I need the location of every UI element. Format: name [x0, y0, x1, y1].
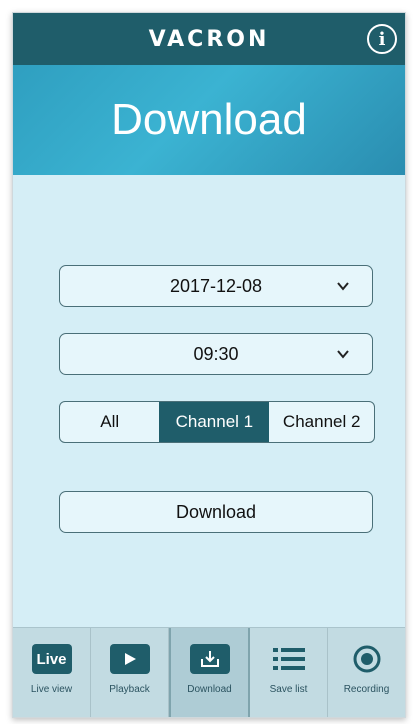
tab-label: Live view	[30, 684, 73, 695]
channel-option-all[interactable]: All	[60, 402, 159, 442]
page-title: Download	[111, 95, 307, 144]
brand-logo: VACRON	[148, 26, 270, 52]
date-value: 2017-12-08	[169, 275, 263, 296]
record-icon	[345, 642, 389, 676]
bottom-tab-bar: Live Live view Playback Download Save li…	[13, 627, 405, 717]
live-icon: Live	[30, 642, 74, 676]
download-icon	[188, 642, 232, 676]
app-screen: VACRON i Download 2017-12-08 09:30 All C…	[12, 12, 406, 718]
chevron-down-icon	[337, 350, 349, 359]
time-value: 09:30	[193, 343, 239, 364]
chevron-down-icon	[337, 282, 349, 291]
tab-label: Save list	[269, 684, 308, 695]
date-select[interactable]: 2017-12-08	[59, 265, 373, 307]
download-button[interactable]: Download	[59, 491, 373, 533]
tab-recording[interactable]: Recording	[328, 628, 405, 717]
tab-save-list[interactable]: Save list	[250, 628, 328, 717]
play-icon	[108, 642, 152, 676]
time-select[interactable]: 09:30	[59, 333, 373, 375]
hero-banner: Download	[13, 65, 405, 175]
channel-option-1[interactable]: Channel 1	[159, 402, 270, 442]
tab-label: Playback	[109, 684, 150, 695]
tab-label: Recording	[343, 684, 390, 695]
list-icon	[267, 642, 311, 676]
tab-download[interactable]: Download	[169, 628, 250, 717]
channel-selector: All Channel 1 Channel 2	[59, 401, 375, 443]
top-bar: VACRON i	[13, 13, 405, 65]
info-icon[interactable]: i	[367, 24, 397, 54]
tab-live-view[interactable]: Live Live view	[13, 628, 91, 717]
tab-label: Download	[187, 684, 232, 695]
download-button-label: Download	[175, 501, 257, 522]
channel-option-2[interactable]: Channel 2	[269, 402, 374, 442]
tab-playback[interactable]: Playback	[91, 628, 169, 717]
